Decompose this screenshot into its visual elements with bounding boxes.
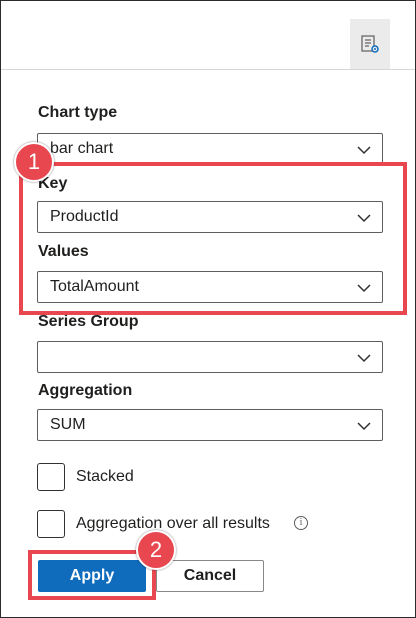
aggregation-label: Aggregation [38, 382, 133, 399]
aggregation-select[interactable]: SUM [37, 409, 383, 441]
stacked-label: Stacked [76, 468, 134, 485]
stacked-checkbox[interactable] [37, 463, 65, 491]
chart-type-label: Chart type [38, 104, 118, 121]
aggregation-value: SUM [50, 416, 86, 433]
chart-settings-icon [361, 35, 379, 53]
cancel-button[interactable]: Cancel [156, 560, 264, 592]
chart-settings-button[interactable] [350, 19, 390, 69]
series-group-label: Series Group [38, 313, 139, 330]
highlight-box-key-values [19, 162, 407, 315]
chart-type-select[interactable]: bar chart [37, 133, 383, 165]
aggregation-all-label: Aggregation over all results [76, 515, 270, 532]
series-group-select[interactable] [37, 341, 383, 373]
chevron-down-icon [357, 146, 371, 155]
chart-type-value: bar chart [50, 140, 114, 157]
aggregation-all-checkbox[interactable] [37, 510, 65, 538]
info-icon[interactable]: i [294, 516, 308, 530]
chevron-down-icon [357, 422, 371, 431]
chevron-down-icon [357, 354, 371, 363]
callout-badge-2: 2 [136, 530, 176, 570]
panel-toolbar [1, 1, 415, 70]
callout-badge-1: 1 [14, 142, 54, 182]
